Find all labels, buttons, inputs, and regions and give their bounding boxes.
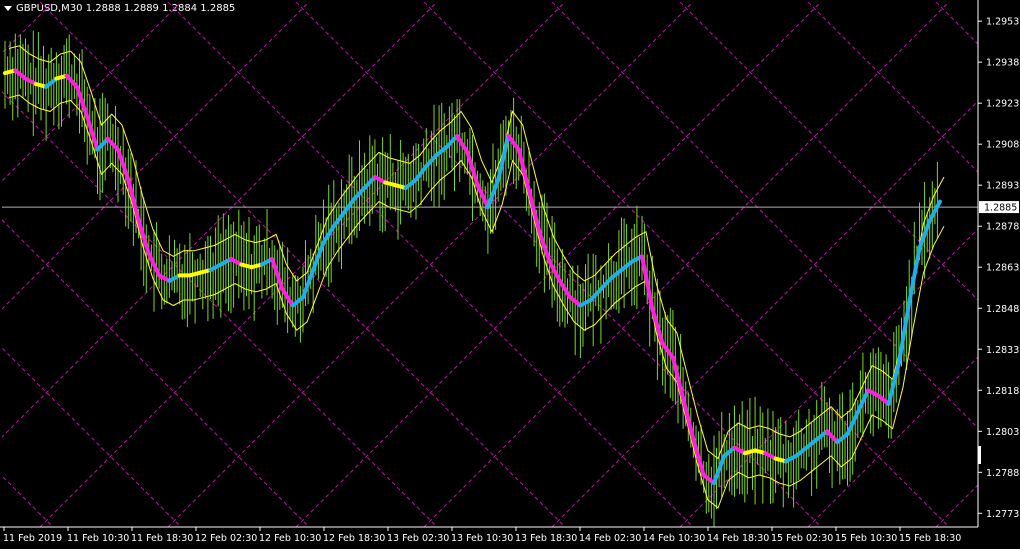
scroll-marker xyxy=(978,446,981,464)
x-tick-label: 13 Feb 02:30 xyxy=(387,533,449,544)
y-tick-label: 1.2803 xyxy=(986,427,1019,438)
x-tick-label: 14 Feb 18:30 xyxy=(707,533,769,544)
current-price-label: 1.2885 xyxy=(984,203,1017,214)
x-tick-label: 12 Feb 02:30 xyxy=(195,533,257,544)
y-tick-label: 1.2788 xyxy=(986,468,1019,479)
x-tick-label: 13 Feb 18:30 xyxy=(515,533,577,544)
y-tick-label: 1.2953 xyxy=(986,17,1019,28)
y-tick-label: 1.2923 xyxy=(986,99,1019,110)
x-tick-label: 11 Feb 2019 xyxy=(3,533,62,544)
x-tick-label: 11 Feb 18:30 xyxy=(131,533,193,544)
x-tick-label: 11 Feb 10:30 xyxy=(67,533,129,544)
x-tick-label: 13 Feb 10:30 xyxy=(451,533,513,544)
x-tick-label: 14 Feb 10:30 xyxy=(643,533,705,544)
x-tick-label: 12 Feb 10:30 xyxy=(259,533,321,544)
y-tick-label: 1.2863 xyxy=(986,263,1019,274)
x-tick-label: 14 Feb 02:30 xyxy=(579,533,641,544)
chart: GBPUSD,M30 1.2888 1.2889 1.2884 1.2885 1… xyxy=(0,0,1020,549)
x-tick-label: 12 Feb 18:30 xyxy=(323,533,385,544)
y-tick-label: 1.2833 xyxy=(986,345,1019,356)
y-tick-label: 1.2818 xyxy=(986,386,1019,397)
y-tick-label: 1.2893 xyxy=(986,181,1019,192)
x-tick-label: 15 Feb 18:30 xyxy=(899,533,961,544)
chart-canvas[interactable]: 1.2953 1.2938 1.2923 1.2908 1.2893 1.2878 1.28… xyxy=(0,0,1020,549)
y-tick-label: 1.2848 xyxy=(986,304,1019,315)
x-tick-label: 15 Feb 10:30 xyxy=(835,533,897,544)
y-tick-label: 1.2938 xyxy=(986,58,1019,69)
y-tick-label: 1.2908 xyxy=(986,140,1019,151)
y-tick-label: 1.2878 xyxy=(986,222,1019,233)
y-tick-label: 1.2773 xyxy=(986,509,1019,520)
x-tick-label: 15 Feb 02:30 xyxy=(771,533,833,544)
